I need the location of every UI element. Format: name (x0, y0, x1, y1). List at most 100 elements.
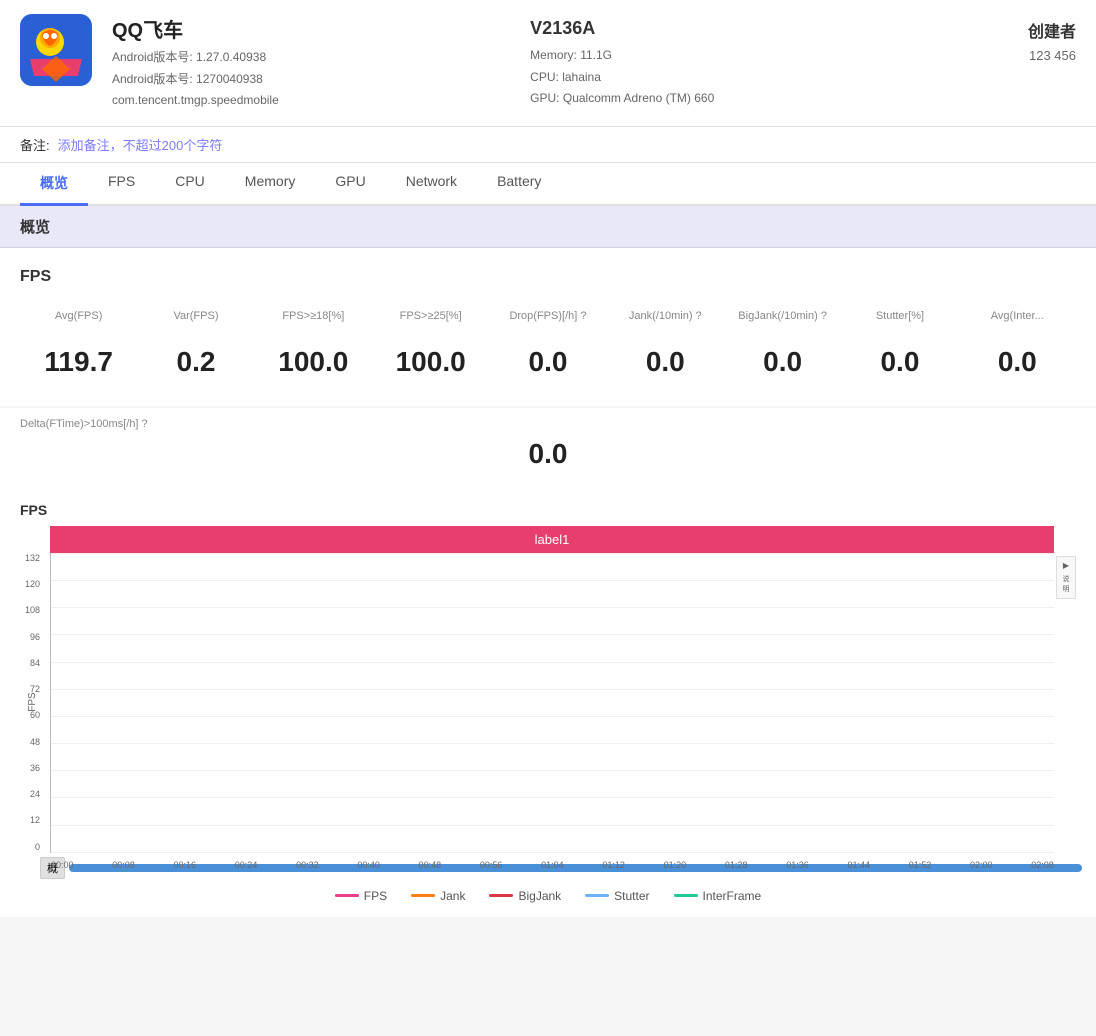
x-axis-tick: 01:04 (541, 860, 564, 870)
stat-value-0: 119.7 (20, 338, 137, 386)
sub-stat-label: Delta(FTime)>100ms[/h] ? (20, 418, 1076, 430)
tab-cpu[interactable]: CPU (155, 163, 225, 206)
stat-value-1: 0.2 (137, 338, 254, 386)
stat-label-3: FPS>≥25[%] (372, 302, 489, 338)
stats-values-row: 119.70.2100.0100.00.00.00.00.00.0 (20, 338, 1076, 386)
chart-title: FPS (10, 502, 1086, 518)
stat-label-0: Avg(FPS) (20, 302, 137, 338)
tab-battery[interactable]: Battery (477, 163, 561, 206)
y-axis-labels: 13212010896847260483624120 (25, 553, 40, 852)
y-axis-tick: 60 (25, 710, 40, 720)
x-axis-tick: 00:48 (419, 860, 442, 870)
stat-value-3: 100.0 (372, 338, 489, 386)
app-detail: Android版本号: 1.27.0.40938 Android版本号: 127… (112, 47, 510, 112)
x-axis-tick: 00:00 (51, 860, 74, 870)
y-axis-tick: 84 (25, 658, 40, 668)
device-info: V2136A Memory: 11.1G CPU: lahaina GPU: Q… (530, 14, 1008, 110)
legend-item-interframe: InterFrame (674, 889, 762, 903)
device-detail: Memory: 11.1G CPU: lahaina GPU: Qualcomm… (530, 45, 1008, 110)
x-axis-tick: 02:08 (1031, 860, 1054, 870)
stats-table: Avg(FPS)Var(FPS)FPS>≥18[%]FPS>≥25[%]Drop… (20, 302, 1076, 386)
gpu-value: Qualcomm Adreno (TM) 660 (563, 91, 714, 105)
android-build-label: Android版本号: (112, 72, 193, 86)
x-axis-tick: 00:24 (235, 860, 258, 870)
stat-value-8: 0.0 (959, 338, 1076, 386)
sub-stat-section: Delta(FTime)>100ms[/h] ? 0.0 (0, 408, 1096, 486)
y-axis-tick: 132 (25, 553, 40, 563)
cpu-value: lahaina (562, 70, 601, 84)
tab-gpu[interactable]: GPU (315, 163, 385, 206)
creator-info: 创建者 123 456 (1028, 14, 1076, 63)
y-axis-tick: 24 (25, 789, 40, 799)
sidebar-control-1[interactable]: ▶ (1063, 561, 1069, 570)
y-axis-tick: 108 (25, 605, 40, 615)
stat-label-5: Jank(/10min) ? (607, 302, 724, 338)
x-axis-tick: 01:28 (725, 860, 748, 870)
x-axis-tick: 02:00 (970, 860, 993, 870)
gpu-label: GPU: (530, 91, 559, 105)
y-axis-tick: 12 (25, 815, 40, 825)
stat-label-7: Stutter[%] (841, 302, 958, 338)
app-header: QQ飞车 Android版本号: 1.27.0.40938 Android版本号… (0, 0, 1096, 127)
nav-tabs: 概览 FPS CPU Memory GPU Network Battery (0, 163, 1096, 206)
android-version-label: Android版本号: (112, 50, 193, 64)
chart-sidebar-controls: ▶ 说明 (1056, 556, 1076, 599)
stat-value-5: 0.0 (607, 338, 724, 386)
stat-value-6: 0.0 (724, 338, 841, 386)
x-axis-tick: 01:36 (786, 860, 809, 870)
note-placeholder[interactable]: 添加备注，不超过200个字符 (58, 135, 223, 154)
y-axis-tick: 96 (25, 632, 40, 642)
stat-label-6: BigJank(/10min) ? (724, 302, 841, 338)
tab-fps[interactable]: FPS (88, 163, 155, 206)
section-title: 概览 (20, 219, 50, 236)
y-axis-tick: 72 (25, 684, 40, 694)
android-version-value: 1.27.0.40938 (196, 50, 266, 64)
y-axis-tick: 48 (25, 737, 40, 747)
stat-value-4: 0.0 (489, 338, 606, 386)
chart-label-bar: label1 (50, 526, 1054, 553)
x-axis-tick: 01:20 (664, 860, 687, 870)
x-axis-tick: 00:16 (174, 860, 197, 870)
fps-stats-section: FPS Avg(FPS)Var(FPS)FPS>≥18[%]FPS>≥25[%]… (0, 248, 1096, 406)
android-build-value: 1270040938 (196, 72, 263, 86)
x-axis-tick: 00:40 (357, 860, 380, 870)
tab-overview[interactable]: 概览 (20, 163, 88, 206)
legend-item-fps: FPS (335, 889, 387, 903)
app-name: QQ飞车 (112, 14, 510, 43)
x-axis-tick: 01:52 (909, 860, 932, 870)
app-icon (20, 14, 92, 86)
x-axis-labels: 00:00 00:08 00:16 00:24 00:32 00:40 00:48 00:56… (51, 860, 1054, 870)
memory-label: Memory: (530, 48, 577, 62)
tab-network[interactable]: Network (386, 163, 477, 206)
creator-id: 123 456 (1028, 48, 1076, 63)
x-axis-tick: 00:56 (480, 860, 503, 870)
y-axis-tick: 0 (25, 842, 40, 852)
fps-section-title: FPS (20, 268, 1076, 286)
chart-section: FPS label1 FPS 1321201089684726048362412… (0, 486, 1096, 917)
section-header: 概览 (0, 206, 1096, 248)
stat-value-7: 0.0 (841, 338, 958, 386)
note-bar: 备注: 添加备注，不超过200个字符 (0, 127, 1096, 163)
app-info: QQ飞车 Android版本号: 1.27.0.40938 Android版本号… (112, 14, 510, 112)
note-label: 备注: (20, 135, 50, 154)
fps-chart-svg (51, 553, 1054, 852)
creator-label: 创建者 (1028, 18, 1076, 42)
memory-value: 11.1G (580, 48, 612, 62)
stat-label-2: FPS>≥18[%] (255, 302, 372, 338)
y-axis-tick: 36 (25, 763, 40, 773)
main-content: 概览 FPS Avg(FPS)Var(FPS)FPS>≥18[%]FPS>≥25… (0, 206, 1096, 917)
x-axis-tick: 01:44 (847, 860, 870, 870)
stat-value-2: 100.0 (255, 338, 372, 386)
x-axis-tick: 01:12 (602, 860, 625, 870)
chart-legend: FPS Jank BigJank Stutter InterFrame (10, 879, 1086, 907)
legend-item-jank: Jank (411, 889, 465, 903)
stats-labels-row: Avg(FPS)Var(FPS)FPS>≥18[%]FPS>≥25[%]Drop… (20, 302, 1076, 338)
stat-label-4: Drop(FPS)[/h] ? (489, 302, 606, 338)
x-axis-tick: 00:08 (112, 860, 135, 870)
sub-stat-value: 0.0 (20, 438, 1076, 470)
package-name: com.tencent.tmgp.speedmobile (112, 93, 279, 107)
y-axis-tick: 120 (25, 579, 40, 589)
x-axis-tick: 00:32 (296, 860, 319, 870)
tab-memory[interactable]: Memory (225, 163, 316, 206)
legend-item-bigjank: BigJank (489, 889, 561, 903)
